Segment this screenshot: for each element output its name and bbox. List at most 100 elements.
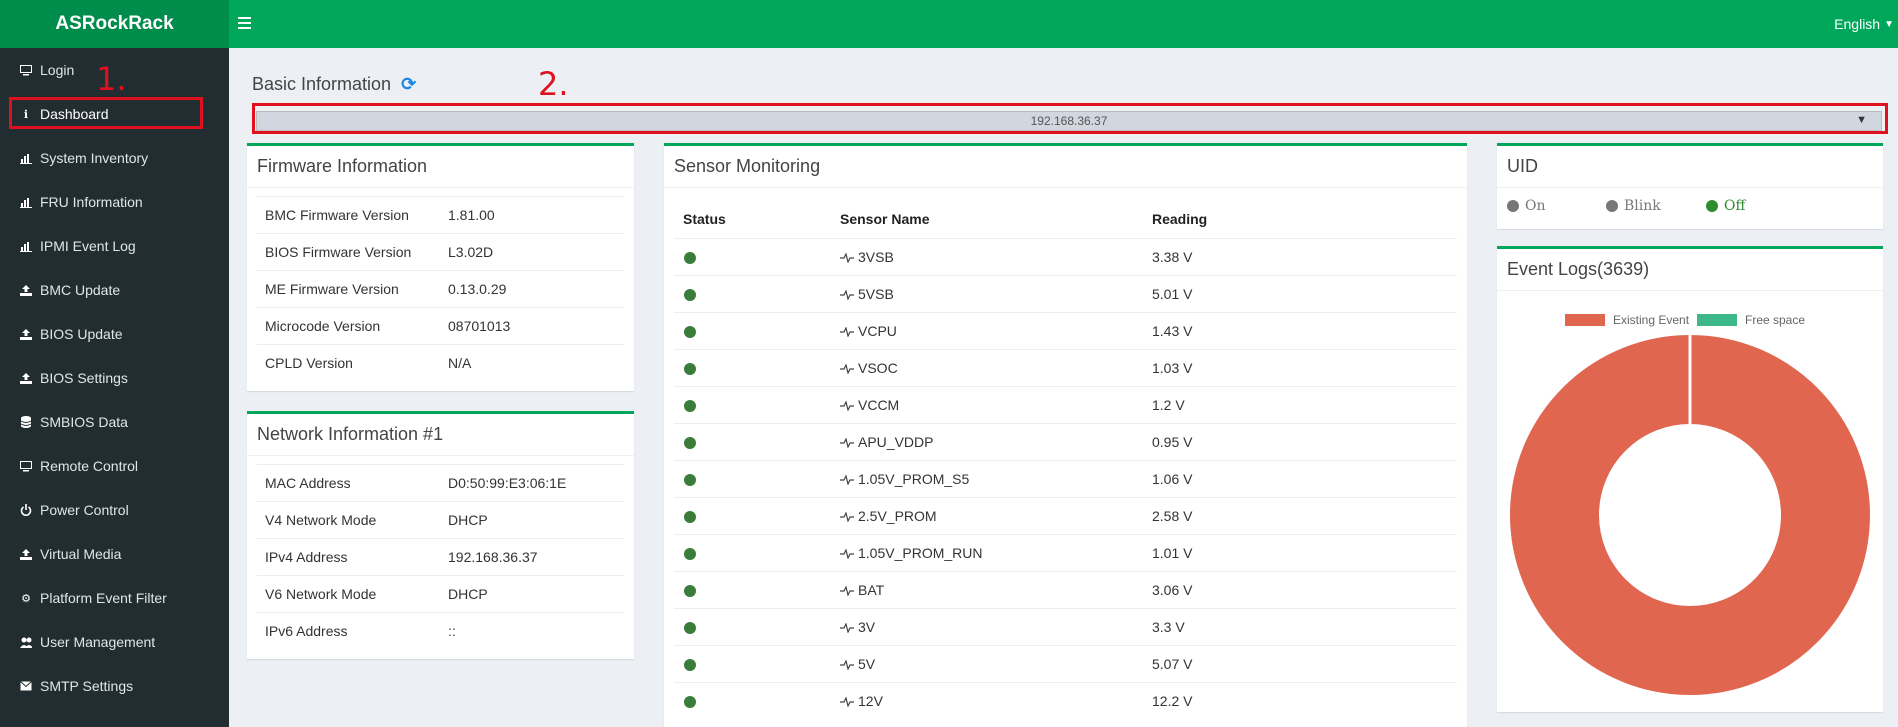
sensor-name[interactable]: BAT: [840, 582, 884, 598]
sidebar: Login ℹ Dashboard System Inventory FRU I…: [0, 48, 229, 727]
sensor-name-text: VCCM: [858, 397, 900, 413]
header-sensor-name: Sensor Name: [840, 211, 930, 227]
sensor-reading: 3.3 V: [1152, 619, 1185, 635]
sidebar-item-label: BIOS Settings: [40, 370, 128, 386]
sensor-name[interactable]: VCPU: [840, 323, 897, 339]
annotation-number-1: 1.: [96, 60, 127, 98]
sensor-reading: 1.06 V: [1152, 471, 1193, 487]
table-row: 5V 5.07 V: [674, 645, 1457, 682]
sensor-name-text: 3V: [858, 619, 876, 635]
sidebar-item-label: Remote Control: [40, 458, 139, 474]
sidebar-item-platform-event-filter[interactable]: ⚙ Platform Event Filter: [0, 581, 229, 615]
table-row: CPLD Version N/A: [257, 344, 624, 381]
pulse-icon: [840, 435, 854, 450]
sidebar-item-bmc-update[interactable]: BMC Update: [0, 273, 229, 307]
sidebar-item-bios-update[interactable]: BIOS Update: [0, 317, 229, 351]
row-value: 0.13.0.29: [448, 281, 507, 297]
uid-option-off[interactable]: Off: [1706, 198, 1745, 214]
table-row: VCPU 1.43 V: [674, 312, 1457, 349]
monitor-icon: [20, 460, 32, 472]
sidebar-item-label: IPMI Event Log: [40, 238, 136, 254]
status-dot: [684, 326, 696, 338]
sensor-name-text: 2.5V_PROM: [858, 508, 937, 524]
row-value: 1.81.00: [448, 207, 495, 223]
sidebar-item-bios-settings[interactable]: BIOS Settings: [0, 361, 229, 395]
uid-option-on[interactable]: On: [1507, 198, 1546, 214]
sensor-reading: 5.07 V: [1152, 656, 1193, 672]
status-dot: [684, 400, 696, 412]
row-value: N/A: [448, 355, 472, 371]
sensor-name[interactable]: 1.05V_PROM_S5: [840, 471, 969, 487]
status-dot: [684, 252, 696, 264]
host-select[interactable]: 192.168.36.37 ▼: [256, 111, 1882, 131]
annotation-number-2: 2.: [538, 65, 569, 103]
sidebar-item-label: Power Control: [40, 502, 129, 518]
sensor-name[interactable]: 3V: [840, 619, 875, 635]
panel-title: Network Information #1: [247, 414, 634, 456]
uid-option-blink[interactable]: Blink: [1606, 198, 1661, 214]
sidebar-item-smtp-settings[interactable]: SMTP Settings: [0, 669, 229, 703]
sensor-name-text: VCPU: [858, 323, 897, 339]
legend-swatch-free[interactable]: [1697, 314, 1737, 326]
sensor-name-text: APU_VDDP: [858, 434, 934, 450]
sidebar-item-label: Platform Event Filter: [40, 590, 167, 606]
sidebar-item-label: Virtual Media: [40, 546, 122, 562]
sensor-reading: 3.06 V: [1152, 582, 1193, 598]
envelope-icon: [20, 680, 32, 692]
table-row: 1.05V_PROM_S5 1.06 V: [674, 460, 1457, 497]
row-value: DHCP: [448, 512, 488, 528]
page-title: Basic Information ⟳: [252, 74, 416, 95]
sidebar-item-virtual-media[interactable]: Virtual Media: [0, 537, 229, 571]
gear-icon: ⚙: [21, 592, 31, 605]
pulse-icon: [840, 324, 854, 339]
sensor-name[interactable]: VSOC: [840, 360, 898, 376]
table-row: 2.5V_PROM 2.58 V: [674, 497, 1457, 534]
sidebar-item-label: User Management: [40, 634, 156, 650]
sidebar-item-system-inventory[interactable]: System Inventory: [0, 141, 229, 175]
sensor-name[interactable]: 2.5V_PROM: [840, 508, 937, 524]
pulse-icon: [840, 361, 854, 376]
sensor-reading: 1.2 V: [1152, 397, 1185, 413]
sensor-name[interactable]: 5V: [840, 656, 875, 672]
table-row: 5VSB 5.01 V: [674, 275, 1457, 312]
top-navbar: ASRockRack English ▼: [0, 0, 1898, 48]
sidebar-item-power-control[interactable]: Power Control: [0, 493, 229, 527]
sensor-reading: 1.01 V: [1152, 545, 1193, 561]
sidebar-item-ipmi-event-log[interactable]: IPMI Event Log: [0, 229, 229, 263]
sidebar-item-user-management[interactable]: User Management: [0, 625, 229, 659]
row-key: MAC Address: [265, 475, 351, 491]
sensor-name[interactable]: 3VSB: [840, 249, 894, 265]
brand-logo[interactable]: ASRockRack: [0, 0, 229, 48]
pulse-icon: [840, 583, 854, 598]
sensor-reading: 12.2 V: [1152, 693, 1193, 709]
panel-title: UID: [1497, 146, 1883, 188]
table-row: 3V 3.3 V: [674, 608, 1457, 645]
sidebar-item-remote-control[interactable]: Remote Control: [0, 449, 229, 483]
legend-swatch-existing[interactable]: [1565, 314, 1605, 326]
row-key: Microcode Version: [265, 318, 381, 334]
sensor-name[interactable]: 1.05V_PROM_RUN: [840, 545, 983, 561]
bar-chart-icon: [20, 240, 32, 252]
sensor-name[interactable]: 12V: [840, 693, 883, 709]
sidebar-item-label: SMBIOS Data: [40, 414, 128, 430]
table-row: VCCM 1.2 V: [674, 386, 1457, 423]
sensor-name[interactable]: APU_VDDP: [840, 434, 933, 450]
firmware-info-panel: Firmware Information BMC Firmware Versio…: [247, 143, 634, 391]
sensor-name[interactable]: VCCM: [840, 397, 899, 413]
sensor-name-text: 1.05V_PROM_S5: [858, 471, 970, 487]
row-key: BIOS Firmware Version: [265, 244, 412, 260]
sidebar-item-fru-information[interactable]: FRU Information: [0, 185, 229, 219]
pulse-icon: [840, 657, 854, 672]
refresh-icon[interactable]: ⟳: [401, 74, 416, 95]
sensor-name[interactable]: 5VSB: [840, 286, 894, 302]
sensor-name-text: BAT: [858, 582, 885, 598]
language-dropdown[interactable]: English ▼: [1834, 0, 1898, 48]
status-dot: [684, 696, 696, 708]
host-select-value: 192.168.36.37: [1030, 114, 1108, 128]
sidebar-item-smbios-data[interactable]: SMBIOS Data: [0, 405, 229, 439]
menu-toggle-icon[interactable]: [238, 14, 260, 34]
sensor-name-text: 5VSB: [858, 286, 894, 302]
status-dot: [684, 548, 696, 560]
users-icon: [20, 636, 32, 648]
upload-icon: [20, 284, 32, 296]
